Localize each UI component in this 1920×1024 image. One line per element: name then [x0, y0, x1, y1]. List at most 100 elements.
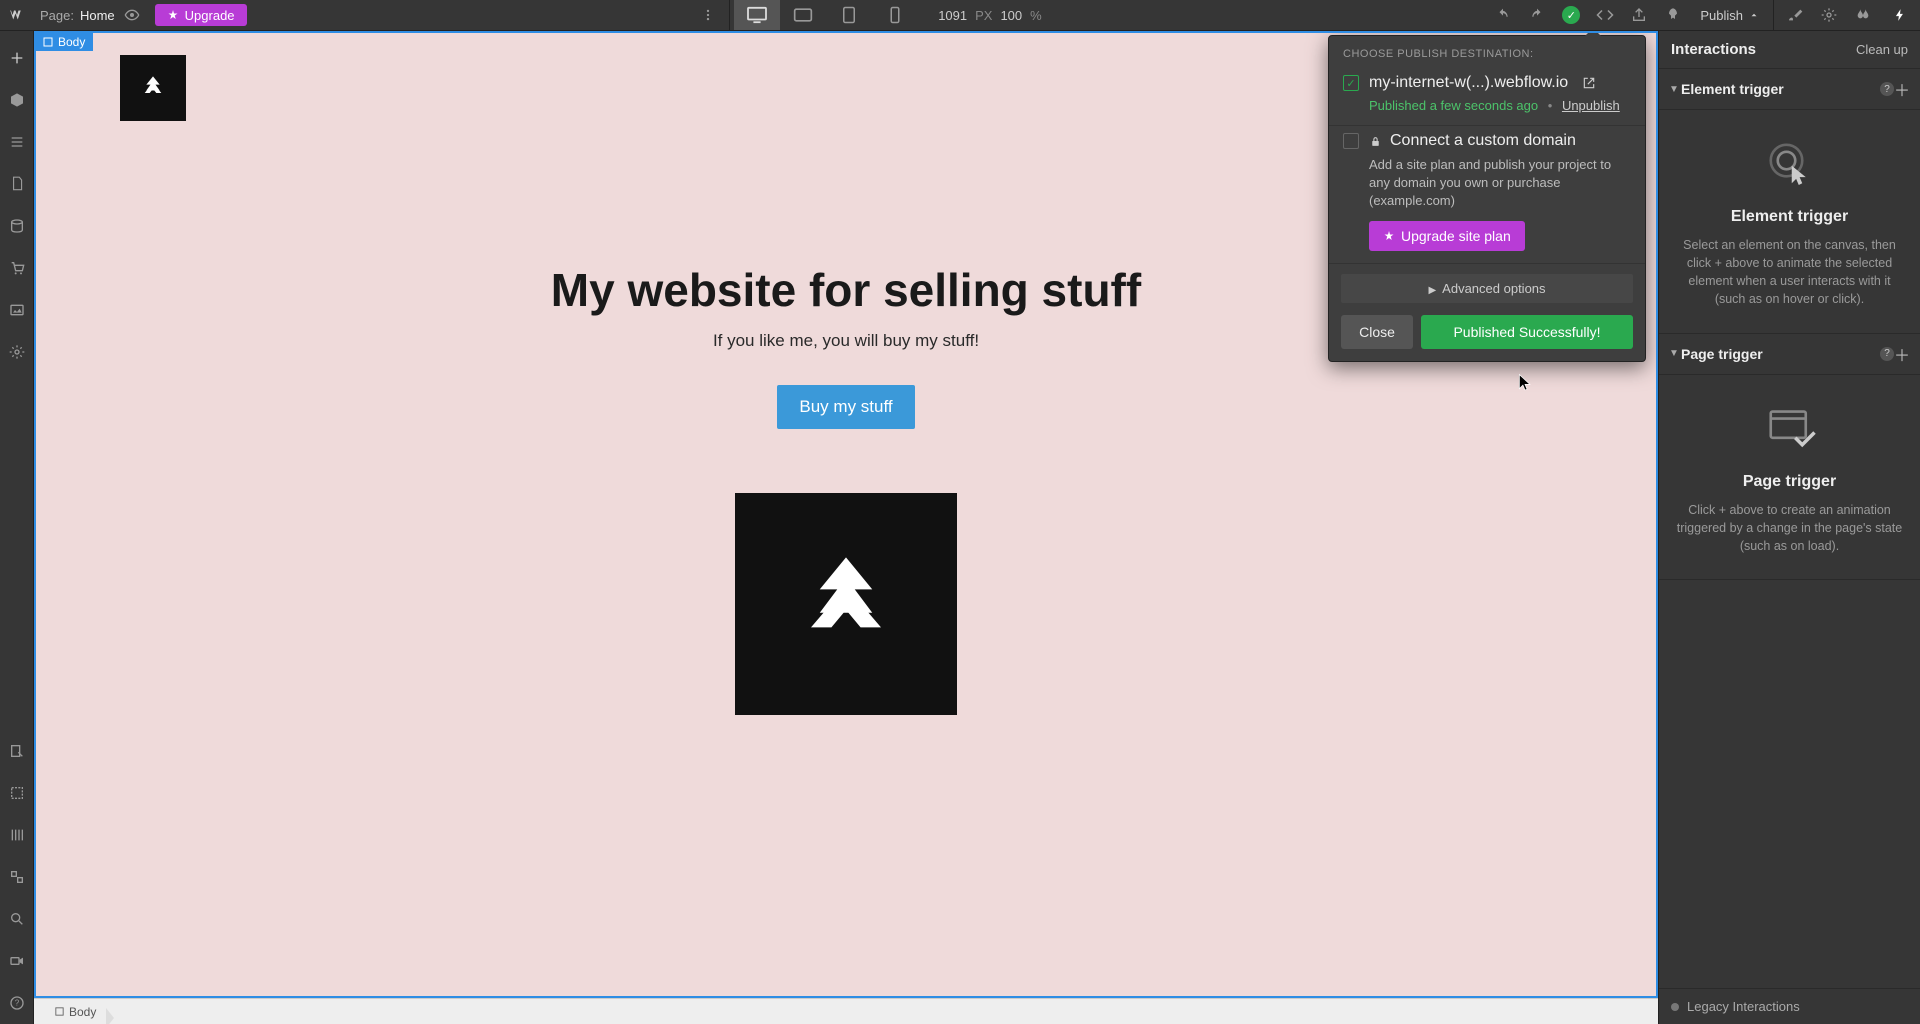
navigator-icon[interactable] [0, 121, 34, 163]
status-ok-icon[interactable]: ✓ [1554, 0, 1588, 30]
separator [729, 0, 730, 30]
publish-button[interactable]: Publish [1690, 0, 1769, 30]
legacy-interactions[interactable]: Legacy Interactions [1659, 988, 1920, 1024]
droplet-icon[interactable] [1846, 0, 1880, 30]
connect-domain-desc: Add a site plan and publish your project… [1369, 156, 1631, 211]
project-settings-icon[interactable] [0, 331, 34, 373]
upgrade-plan-button[interactable]: Upgrade site plan [1369, 221, 1525, 251]
breadcrumb-body[interactable]: Body [44, 1005, 106, 1019]
pages-icon[interactable] [0, 163, 34, 205]
cleanup-link[interactable]: Clean up [1856, 42, 1908, 57]
destination-webflow: ✓ my-internet-w(...).webflow.io Publishe… [1329, 68, 1645, 126]
body-selection-tag[interactable]: Body [36, 33, 93, 51]
canvas-area: Body My website for selling stuff If you… [34, 31, 1658, 1024]
add-page-trigger-icon[interactable]: ＋ [1894, 342, 1910, 366]
upgrade-plan-label: Upgrade site plan [1401, 228, 1511, 244]
help-icon[interactable]: ? [0, 982, 34, 1024]
assets-icon[interactable] [0, 289, 34, 331]
page-label: Page: [40, 8, 74, 23]
webflow-logo-icon[interactable] [0, 0, 34, 31]
element-trigger-head-label: Element trigger [1681, 81, 1876, 97]
selection-icon[interactable] [0, 772, 34, 814]
checkbox-empty-icon[interactable]: ✓ [1343, 133, 1359, 149]
breadcrumb-label: Body [69, 1005, 96, 1019]
help-icon[interactable]: ? [1880, 82, 1894, 96]
interactions-title: Interactions [1671, 41, 1756, 58]
device-mobile[interactable] [872, 0, 918, 30]
help-icon[interactable]: ? [1880, 347, 1894, 361]
publish-status: Published a few seconds ago [1369, 98, 1538, 113]
upgrade-button[interactable]: Upgrade [155, 4, 247, 26]
canvas[interactable]: Body My website for selling stuff If you… [34, 31, 1658, 998]
interactions-header: Interactions Clean up [1659, 31, 1920, 69]
domain-name[interactable]: my-internet-w(...).webflow.io [1369, 74, 1568, 92]
undo-icon[interactable] [1486, 0, 1520, 30]
ecommerce-icon[interactable] [0, 247, 34, 289]
legacy-label: Legacy Interactions [1687, 999, 1800, 1014]
close-button[interactable]: Close [1341, 315, 1413, 349]
code-icon[interactable] [1588, 0, 1622, 30]
brush-icon[interactable] [1778, 0, 1812, 30]
element-trigger-icon [1760, 134, 1820, 194]
page-trigger-body: Page trigger Click + above to create an … [1659, 375, 1920, 580]
cta-button[interactable]: Buy my stuff [777, 385, 914, 429]
page-trigger-head-label: Page trigger [1681, 346, 1876, 362]
device-switcher [734, 0, 918, 30]
publish-popover: CHOOSE PUBLISH DESTINATION: ✓ my-interne… [1328, 35, 1646, 362]
page-trigger-title: Page trigger [1673, 473, 1906, 491]
external-link-icon[interactable] [1582, 76, 1596, 90]
video-icon[interactable] [0, 940, 34, 982]
advanced-options[interactable]: ▶Advanced options [1341, 274, 1633, 303]
device-tablet-landscape[interactable] [780, 0, 826, 30]
add-element-trigger-icon[interactable]: ＋ [1894, 77, 1910, 101]
device-desktop[interactable] [734, 0, 780, 30]
right-panel: Interactions Clean up ▼ Element trigger … [1658, 31, 1920, 1024]
advanced-label: Advanced options [1442, 281, 1545, 296]
unpublish-link[interactable]: Unpublish [1562, 98, 1620, 113]
canvas-dimensions: 1091 PX 100 % [938, 8, 1042, 23]
destination-custom: ✓ Connect a custom domain Add a site pla… [1329, 126, 1645, 264]
top-toolbar: Page: Home Upgrade 1091 PX 100 % ✓ Publi… [0, 0, 1920, 31]
caret-down-icon: ▼ [1669, 348, 1681, 359]
published-button[interactable]: Published Successfully! [1421, 315, 1633, 349]
left-sidebar: ? [0, 31, 34, 1024]
device-tablet-portrait[interactable] [826, 0, 872, 30]
interactions-icon[interactable] [1880, 0, 1920, 30]
lock-icon [1369, 135, 1382, 148]
width-unit: PX [975, 8, 992, 23]
svg-text:?: ? [14, 999, 19, 1008]
page-trigger-desc: Click + above to create an animation tri… [1673, 501, 1906, 555]
canvas-zoom[interactable]: 100 [1000, 8, 1022, 23]
popover-header: CHOOSE PUBLISH DESTINATION: [1329, 36, 1645, 68]
element-trigger-title: Element trigger [1673, 208, 1906, 226]
more-icon[interactable] [691, 0, 725, 30]
redo-icon[interactable] [1520, 0, 1554, 30]
element-trigger-head[interactable]: ▼ Element trigger ? ＋ [1659, 69, 1920, 110]
search-icon[interactable] [0, 898, 34, 940]
rocket-icon[interactable] [1656, 0, 1690, 30]
settings-icon[interactable] [1812, 0, 1846, 30]
page-name[interactable]: Home [80, 8, 115, 23]
audit-icon[interactable] [0, 730, 34, 772]
add-icon[interactable] [0, 37, 34, 79]
components-icon[interactable] [0, 79, 34, 121]
checkbox-checked-icon[interactable]: ✓ [1343, 75, 1359, 91]
xray-icon[interactable] [0, 856, 34, 898]
zoom-unit: % [1030, 8, 1042, 23]
page-trigger-icon [1760, 399, 1820, 459]
site-logo[interactable] [120, 55, 186, 121]
export-icon[interactable] [1622, 0, 1656, 30]
cms-icon[interactable] [0, 205, 34, 247]
body-tag-label: Body [58, 35, 85, 49]
guides-icon[interactable] [0, 814, 34, 856]
connect-domain-title: Connect a custom domain [1390, 132, 1576, 150]
topbar-right: ✓ Publish [1486, 0, 1920, 30]
canvas-width[interactable]: 1091 [938, 8, 967, 23]
separator [1773, 0, 1774, 30]
preview-icon[interactable] [115, 0, 149, 30]
big-logo[interactable] [735, 493, 957, 715]
element-trigger-body: Element trigger Select an element on the… [1659, 110, 1920, 334]
element-trigger-desc: Select an element on the canvas, then cl… [1673, 236, 1906, 309]
upgrade-label: Upgrade [185, 8, 235, 23]
page-trigger-head[interactable]: ▼ Page trigger ? ＋ [1659, 334, 1920, 375]
